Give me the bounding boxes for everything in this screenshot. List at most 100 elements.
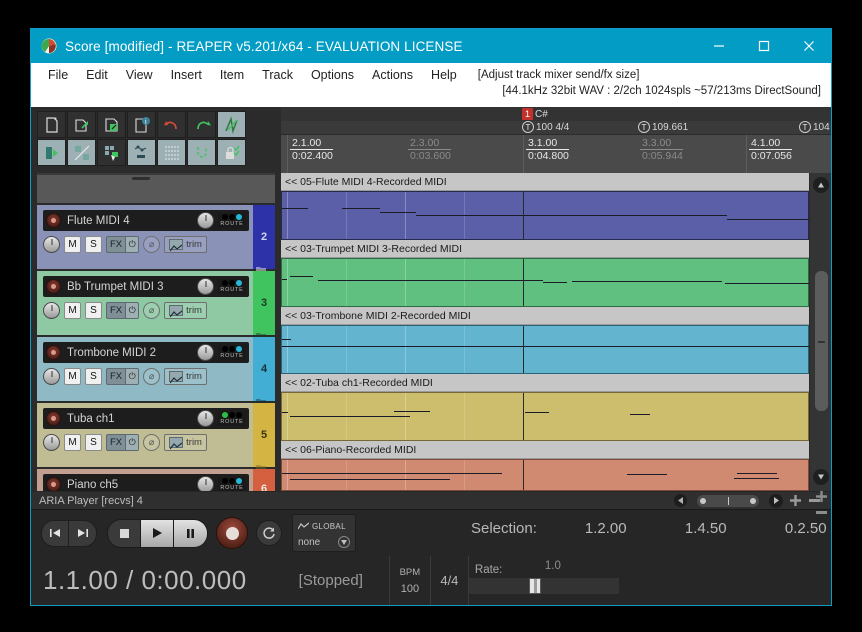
midi-item-tuba[interactable]	[281, 392, 809, 441]
scroll-left-button[interactable]	[674, 494, 687, 507]
show-mixer-icon[interactable]	[67, 139, 96, 166]
midi-item-trombone[interactable]	[281, 325, 809, 374]
tempo-marker-3[interactable]: T 104	[799, 121, 830, 133]
fx-button[interactable]: FX	[106, 368, 126, 385]
global-automation-box[interactable]: GLOBAL none	[292, 514, 356, 552]
zoom-handle-left[interactable]	[700, 497, 706, 504]
solo-button[interactable]: S	[85, 302, 102, 319]
time-signature[interactable]: 4/4	[431, 556, 469, 605]
chevron-down-icon[interactable]	[338, 536, 350, 548]
midi-item-piano[interactable]	[281, 459, 809, 491]
scroll-up-button[interactable]	[813, 177, 829, 193]
marker-lane[interactable]	[281, 107, 831, 121]
phase-invert-icon[interactable]: ⌀	[143, 302, 161, 319]
solo-button[interactable]: S	[85, 434, 102, 451]
repeat-loop-button[interactable]	[256, 520, 282, 546]
track-panel-flute-midi-4[interactable]: Flute MIDI 4 ROUTE M S FX ⏻ ⌀ trim 2	[37, 205, 275, 273]
mute-button[interactable]: M	[64, 236, 81, 253]
arrange-view[interactable]: << 05-Flute MIDI 4-Recorded MIDI << 03-T…	[281, 173, 809, 491]
mute-button[interactable]: M	[64, 368, 81, 385]
volume-knob[interactable]	[197, 344, 214, 361]
scroll-play-button[interactable]	[769, 493, 783, 508]
selection-start[interactable]: 1.2.00	[585, 520, 685, 537]
menu-help[interactable]: Help	[422, 65, 466, 85]
arrange-lane-tuba[interactable]: << 02-Tuba ch1-Recorded MIDI	[281, 374, 809, 441]
track-panel-bb-trumpet-midi-3[interactable]: Bb Trumpet MIDI 3 ROUTE M S FX ⏻ ⌀ trim …	[37, 271, 275, 339]
marker-1[interactable]: 1 C#	[522, 108, 548, 120]
tempo-marker-1[interactable]: T 100 4/4	[522, 121, 569, 133]
lock-toggle-icon[interactable]	[217, 139, 246, 166]
phase-invert-icon[interactable]: ⌀	[143, 368, 161, 385]
undo-icon[interactable]	[157, 111, 186, 138]
record-arm-icon[interactable]	[46, 411, 61, 426]
pause-button[interactable]	[174, 519, 207, 547]
pan-knob[interactable]	[43, 368, 60, 385]
playback-position[interactable]: 1.1.00 / 0:00.000	[31, 565, 247, 596]
save-project-icon[interactable]	[97, 111, 126, 138]
track-panel-partial-top[interactable]	[37, 173, 275, 203]
menu-file[interactable]: File	[39, 65, 77, 85]
route-button[interactable]: ROUTE	[218, 411, 246, 426]
track-name-bar[interactable]: Trombone MIDI 2 ROUTE	[43, 342, 249, 363]
record-arm-icon[interactable]	[46, 477, 61, 491]
track-name-bar[interactable]: Piano ch5 ROUTE	[43, 474, 249, 491]
pan-knob[interactable]	[43, 236, 60, 253]
new-project-icon[interactable]: *	[37, 111, 66, 138]
redo-icon[interactable]	[187, 111, 216, 138]
pan-knob[interactable]	[43, 434, 60, 451]
envelope-trim-button[interactable]: trim	[164, 434, 207, 451]
fx-button-group[interactable]: FX ⏻	[106, 302, 140, 319]
record-arm-icon[interactable]	[46, 213, 61, 228]
rate-value[interactable]: 1.0	[545, 560, 561, 572]
vertical-scroll-thumb[interactable]	[815, 271, 828, 411]
fx-button-group[interactable]: FX ⏻	[106, 434, 140, 451]
fx-button-group[interactable]: FX ⏻	[106, 368, 140, 385]
fx-bypass-icon[interactable]: ⏻	[125, 302, 140, 319]
route-button[interactable]: ROUTE	[218, 213, 246, 228]
route-button[interactable]: ROUTE	[218, 477, 246, 491]
record-button[interactable]	[216, 517, 248, 549]
zoom-handle-right[interactable]	[750, 497, 756, 504]
envelope-trim-button[interactable]: trim	[164, 368, 207, 385]
pan-knob[interactable]	[43, 302, 60, 319]
arrange-lane-piano[interactable]: << 06-Piano-Recorded MIDI	[281, 441, 809, 491]
media-explorer-icon[interactable]	[127, 139, 156, 166]
solo-button[interactable]: S	[85, 236, 102, 253]
vertical-scrollbar[interactable]	[809, 173, 831, 514]
track-name-bar[interactable]: Bb Trumpet MIDI 3 ROUTE	[43, 276, 249, 297]
selection-end[interactable]: 1.4.50	[685, 520, 785, 537]
ruler-labels[interactable]: 2.1.00 0:02.400 2.3.00 0:03.600 3.1.00 0:04…	[281, 134, 831, 173]
route-button[interactable]: ROUTE	[218, 345, 246, 360]
menu-actions[interactable]: Actions	[363, 65, 422, 85]
envelope-trim-button[interactable]: trim	[164, 236, 207, 253]
rate-slider[interactable]	[468, 578, 619, 594]
volume-knob[interactable]	[197, 278, 214, 295]
horizontal-zoom-slider[interactable]	[697, 494, 759, 507]
volume-knob[interactable]	[197, 410, 214, 427]
record-arm-icon[interactable]	[46, 345, 61, 360]
track-manager-icon[interactable]	[97, 139, 126, 166]
rate-slider-thumb[interactable]	[528, 578, 541, 594]
menu-item[interactable]: Item	[211, 65, 253, 85]
mute-button[interactable]: M	[64, 302, 81, 319]
menu-options[interactable]: Options	[302, 65, 363, 85]
fx-button[interactable]: FX	[106, 236, 126, 253]
minimize-button[interactable]	[696, 29, 741, 63]
volume-knob[interactable]	[197, 476, 214, 491]
track-panel-tuba-ch1[interactable]: Tuba ch1 ROUTE M S FX ⏻ ⌀ trim 5	[37, 403, 275, 471]
track-panel-piano-ch5[interactable]: Piano ch5 ROUTE M	[37, 469, 275, 491]
record-arm-icon[interactable]	[46, 279, 61, 294]
fx-button-group[interactable]: FX ⏻	[106, 236, 140, 253]
track-color-strip[interactable]: 4	[253, 337, 275, 405]
fx-bypass-icon[interactable]: ⏻	[125, 434, 140, 451]
menu-view[interactable]: View	[117, 65, 162, 85]
fx-button[interactable]: FX	[106, 302, 126, 319]
fx-bypass-icon[interactable]: ⏻	[125, 236, 140, 253]
menu-insert[interactable]: Insert	[162, 65, 211, 85]
vertical-zoom-in-button[interactable]	[816, 491, 827, 502]
phase-invert-icon[interactable]: ⌀	[143, 236, 161, 253]
envelope-trim-button[interactable]: trim	[164, 302, 207, 319]
solo-button[interactable]: S	[85, 368, 102, 385]
envelope-icon[interactable]	[217, 111, 246, 138]
stop-button[interactable]	[108, 519, 141, 547]
